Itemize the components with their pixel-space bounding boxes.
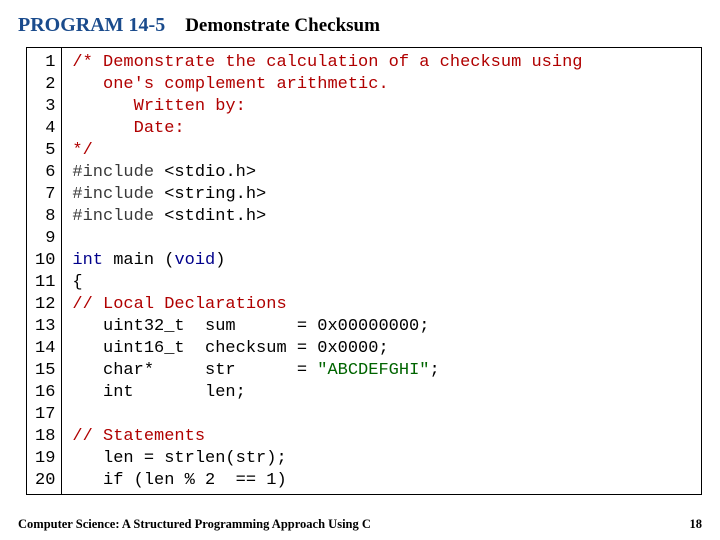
line-number: 2 <box>35 74 55 96</box>
code-token: <stdio.h> <box>164 163 256 182</box>
slide-footer: Computer Science: A Structured Programmi… <box>0 517 720 532</box>
code-line <box>72 228 582 250</box>
code-token: int <box>72 251 103 270</box>
line-number: 20 <box>35 470 55 492</box>
code-token: uint32_t sum = 0x00000000; <box>72 317 429 336</box>
program-title: Demonstrate Checksum <box>185 15 380 37</box>
code-line: Date: <box>72 118 582 140</box>
code-body: /* Demonstrate the calculation of a chec… <box>62 48 588 494</box>
line-number: 18 <box>35 426 55 448</box>
code-token: */ <box>72 141 92 160</box>
code-token: one's complement arithmetic. <box>72 75 388 94</box>
line-number: 6 <box>35 162 55 184</box>
code-line: if (len % 2 == 1) <box>72 470 582 492</box>
line-number-gutter: 1234567891011121314151617181920 <box>27 48 62 494</box>
code-line: #include <string.h> <box>72 184 582 206</box>
code-line: int len; <box>72 382 582 404</box>
line-number: 7 <box>35 184 55 206</box>
code-token: #include <box>72 207 164 226</box>
code-line: uint16_t checksum = 0x0000; <box>72 338 582 360</box>
code-line: uint32_t sum = 0x00000000; <box>72 316 582 338</box>
code-line: // Statements <box>72 426 582 448</box>
code-token: Written by: <box>72 97 245 116</box>
page-number: 18 <box>690 517 703 532</box>
code-token: ; <box>429 361 439 380</box>
code-line: int main (void) <box>72 250 582 272</box>
book-title: Computer Science: A Structured Programmi… <box>18 517 371 532</box>
code-line: #include <stdint.h> <box>72 206 582 228</box>
code-token: if (len % 2 == 1) <box>72 471 286 490</box>
line-number: 13 <box>35 316 55 338</box>
code-token: "ABCDEFGHI" <box>317 361 429 380</box>
code-line: // Local Declarations <box>72 294 582 316</box>
line-number: 8 <box>35 206 55 228</box>
program-label: PROGRAM 14-5 <box>18 14 165 37</box>
code-line <box>72 404 582 426</box>
line-number: 15 <box>35 360 55 382</box>
line-number: 3 <box>35 96 55 118</box>
code-token: char* str = <box>72 361 317 380</box>
code-line: */ <box>72 140 582 162</box>
code-token: // Local Declarations <box>72 295 286 314</box>
line-number: 12 <box>35 294 55 316</box>
line-number: 4 <box>35 118 55 140</box>
code-token: ) <box>215 251 225 270</box>
code-token: /* Demonstrate the calculation of a chec… <box>72 53 582 72</box>
line-number: 9 <box>35 228 55 250</box>
line-number: 5 <box>35 140 55 162</box>
code-line: len = strlen(str); <box>72 448 582 470</box>
line-number: 17 <box>35 404 55 426</box>
line-number: 1 <box>35 52 55 74</box>
code-token: #include <box>72 163 164 182</box>
line-number: 11 <box>35 272 55 294</box>
code-listing: 1234567891011121314151617181920 /* Demon… <box>26 47 702 495</box>
code-line: { <box>72 272 582 294</box>
code-token: void <box>174 251 215 270</box>
code-line: /* Demonstrate the calculation of a chec… <box>72 52 582 74</box>
line-number: 10 <box>35 250 55 272</box>
code-token: <stdint.h> <box>164 207 266 226</box>
code-token: len = strlen(str); <box>72 449 286 468</box>
code-token: <string.h> <box>164 185 266 204</box>
code-token: // Statements <box>72 427 205 446</box>
code-line: one's complement arithmetic. <box>72 74 582 96</box>
line-number: 14 <box>35 338 55 360</box>
code-token: Date: <box>72 119 184 138</box>
code-token: main ( <box>103 251 174 270</box>
code-line: char* str = "ABCDEFGHI"; <box>72 360 582 382</box>
line-number: 19 <box>35 448 55 470</box>
code-token: uint16_t checksum = 0x0000; <box>72 339 388 358</box>
slide-header: PROGRAM 14-5 Demonstrate Checksum <box>0 0 720 47</box>
code-line: #include <stdio.h> <box>72 162 582 184</box>
code-token: int len; <box>72 383 245 402</box>
code-line: Written by: <box>72 96 582 118</box>
line-number: 16 <box>35 382 55 404</box>
code-token: #include <box>72 185 164 204</box>
code-token: { <box>72 273 82 292</box>
